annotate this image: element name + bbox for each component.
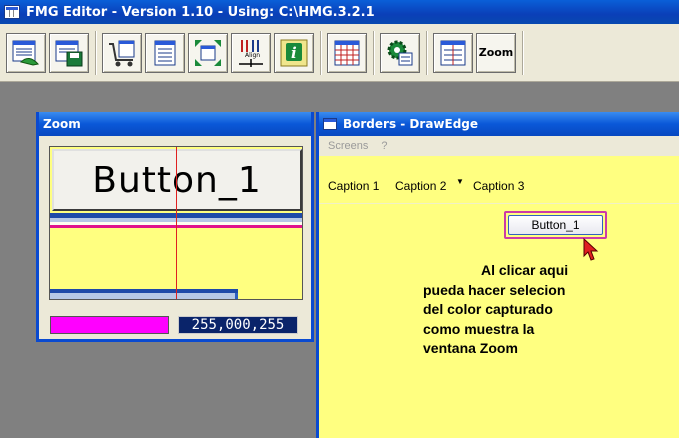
note-line: pueda hacer selecion <box>423 281 566 298</box>
zoom-button[interactable]: Zoom <box>476 32 516 73</box>
zoom-edge-band <box>50 293 238 299</box>
annotation-note: Al clicar aqui pueda hacer selecion del … <box>423 261 568 359</box>
resize-arrows-icon <box>195 39 221 66</box>
save-form-icon <box>55 40 83 66</box>
note-line: del color capturado <box>423 301 553 317</box>
tab-caption-2[interactable]: Caption 2 <box>395 179 446 193</box>
borders-window-title: Borders - DrawEdge <box>343 117 479 131</box>
note-line: Al clicar aqui <box>481 262 569 278</box>
tab-strip: Caption 1 Caption 2 ▼ Caption 3 <box>319 156 679 204</box>
zoom-preview-button: Button_1 <box>52 149 302 211</box>
tab-caption-3[interactable]: Caption 3 <box>473 179 524 193</box>
gear-icon <box>387 40 413 65</box>
menu-bar: Screens ? <box>319 136 679 156</box>
properties-button[interactable] <box>145 32 185 73</box>
button-1[interactable]: Button_1 <box>508 215 603 235</box>
button-1-selection[interactable]: Button_1 <box>504 211 607 239</box>
zoom-window-title: Zoom <box>43 117 81 131</box>
zoom-window-title-bar[interactable]: Zoom <box>39 112 311 136</box>
note-line: como muestra la <box>423 320 535 337</box>
note-line: ventana Zoom <box>423 340 518 356</box>
captured-color-swatch <box>50 316 169 334</box>
zoom-window[interactable]: Zoom Button_1 255,000,255 <box>36 112 314 342</box>
grid-button[interactable] <box>327 32 367 73</box>
main-toolbar: Align i Zoom <box>0 24 679 82</box>
captured-color-value: 255,000,255 <box>178 316 298 334</box>
button-1-label: Button_1 <box>531 218 580 232</box>
info-icon: i <box>280 39 308 66</box>
toolbar-separator <box>373 30 375 75</box>
toolbar-separator <box>426 30 428 75</box>
borders-button[interactable] <box>433 32 473 73</box>
tab-caption-1[interactable]: Caption 1 <box>328 179 379 193</box>
tab-dropdown-arrow-icon[interactable]: ▼ <box>456 177 464 186</box>
app-icon <box>4 5 20 19</box>
toolbar-separator <box>95 30 97 75</box>
move-controls-button[interactable] <box>102 32 142 73</box>
properties-list-icon <box>154 40 176 65</box>
zoom-preview: Button_1 <box>49 146 303 300</box>
grid-icon <box>334 40 360 65</box>
borders-window[interactable]: Borders - DrawEdge Screens ? Caption 1 C… <box>316 112 679 438</box>
svg-text:Align: Align <box>245 52 260 59</box>
align-icon: Align <box>239 39 263 67</box>
toolbar-separator <box>320 30 322 75</box>
settings-button[interactable] <box>380 32 420 73</box>
window-icon <box>323 118 337 130</box>
borders-window-title-bar[interactable]: Borders - DrawEdge <box>319 112 679 136</box>
info-button[interactable]: i <box>274 32 314 73</box>
mouse-cursor-icon <box>583 238 599 261</box>
svg-text:i: i <box>291 44 297 62</box>
app-title-bar[interactable]: FMG Editor - Version 1.10 - Using: C:\HM… <box>0 0 679 24</box>
resize-button[interactable] <box>188 32 228 73</box>
form-client-area: Caption 1 Caption 2 ▼ Caption 3 Button_1… <box>319 156 679 438</box>
menu-screens[interactable]: Screens <box>328 140 368 152</box>
open-form-button[interactable] <box>6 32 46 73</box>
toolbar-separator <box>522 30 524 75</box>
borders-icon <box>440 40 466 65</box>
app-title: FMG Editor - Version 1.10 - Using: C:\HM… <box>26 4 375 20</box>
zoom-preview-button-label: Button_1 <box>92 159 262 201</box>
menu-help[interactable]: ? <box>381 140 387 152</box>
zoom-crosshair-line <box>176 147 177 299</box>
open-form-icon <box>12 40 39 66</box>
save-form-button[interactable] <box>49 32 89 73</box>
zoom-button-label: Zoom <box>478 46 514 59</box>
cart-icon <box>109 40 135 66</box>
align-button[interactable]: Align <box>231 32 271 73</box>
